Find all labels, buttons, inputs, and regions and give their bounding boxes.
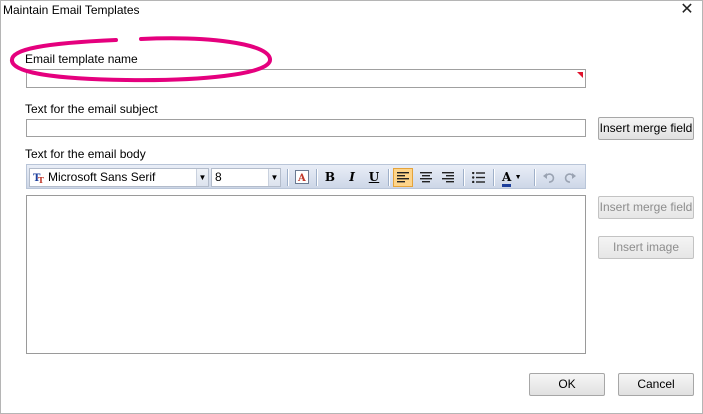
svg-text:T: T: [38, 175, 44, 184]
align-right-glyph: [442, 172, 454, 183]
font-style-button[interactable]: A: [292, 168, 312, 187]
dialog-window: Maintain Email Templates ✕ Email templat…: [0, 0, 703, 414]
svg-text:A: A: [297, 173, 306, 184]
undo-glyph: [543, 173, 555, 183]
toolbar-separator: [316, 169, 317, 186]
font-size-select[interactable]: 8 ▼: [211, 168, 281, 187]
body-label: Text for the email body: [25, 147, 146, 161]
insert-merge-field-body-button[interactable]: Insert merge field: [598, 196, 694, 219]
insert-image-button[interactable]: Insert image: [598, 236, 694, 259]
underline-icon[interactable]: U: [364, 168, 384, 187]
chevron-down-icon: ▼: [514, 174, 522, 181]
chevron-down-icon[interactable]: ▼: [196, 169, 208, 186]
font-size-value: 8: [215, 170, 222, 184]
close-icon[interactable]: ✕: [678, 1, 696, 19]
bullet-list-glyph: [471, 171, 485, 184]
italic-icon[interactable]: I: [342, 168, 362, 187]
formatting-toolbar: T T Microsoft Sans Serif ▼ 8 ▼ A B I U A…: [26, 164, 586, 189]
toolbar-separator: [463, 169, 464, 186]
window-title: Maintain Email Templates: [3, 3, 140, 17]
toolbar-separator: [388, 169, 389, 186]
bullet-list-icon[interactable]: [468, 168, 488, 187]
toolbar-separator: [287, 169, 288, 186]
cancel-button[interactable]: Cancel: [618, 373, 694, 396]
email-body-editor[interactable]: [26, 195, 586, 354]
align-right-icon[interactable]: [438, 168, 458, 187]
font-style-icon: A: [295, 170, 309, 184]
insert-merge-field-subject-button[interactable]: Insert merge field: [598, 117, 694, 140]
font-family-select[interactable]: T T Microsoft Sans Serif ▼: [29, 168, 209, 187]
font-color-icon: A: [502, 171, 512, 187]
toolbar-separator: [493, 169, 494, 186]
template-name-field[interactable]: [26, 69, 586, 88]
required-field-marker: [577, 72, 583, 78]
align-center-glyph: [420, 172, 432, 183]
chevron-down-icon[interactable]: ▼: [268, 169, 280, 186]
font-color-button[interactable]: A ▼: [499, 168, 529, 187]
template-name-label: Email template name: [25, 52, 138, 66]
subject-label: Text for the email subject: [25, 102, 158, 116]
toolbar-separator: [534, 169, 535, 186]
redo-icon[interactable]: [560, 168, 580, 187]
align-left-icon[interactable]: [393, 168, 413, 187]
font-family-icon: T T: [33, 173, 44, 184]
align-left-glyph: [397, 172, 409, 183]
align-center-icon[interactable]: [416, 168, 436, 187]
bold-icon[interactable]: B: [320, 168, 340, 187]
ok-button[interactable]: OK: [529, 373, 605, 396]
font-family-value: Microsoft Sans Serif: [48, 170, 156, 184]
subject-field[interactable]: [26, 119, 586, 137]
undo-icon[interactable]: [539, 168, 559, 187]
redo-glyph: [564, 173, 576, 183]
